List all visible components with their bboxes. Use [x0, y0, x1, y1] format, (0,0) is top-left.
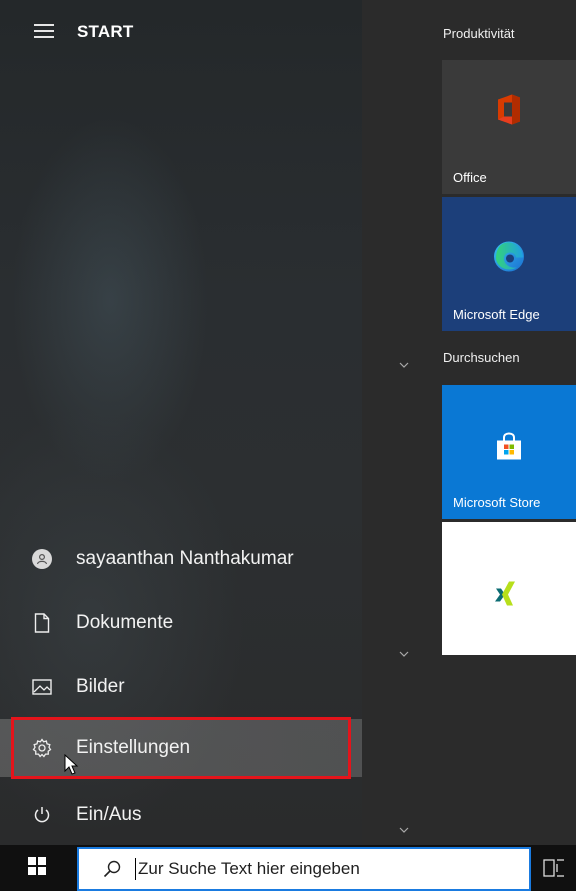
user-name: sayaanthan Nanthakumar [76, 548, 294, 569]
user-account-item[interactable]: sayaanthan Nanthakumar [0, 530, 362, 588]
task-view-icon[interactable] [542, 856, 566, 880]
group-label-productivity: Produktivität [443, 26, 515, 41]
tile-office-label: Office [453, 170, 487, 185]
office-logo-icon [494, 93, 524, 132]
power-icon [32, 805, 52, 825]
search-icon [103, 860, 121, 878]
text-caret [135, 858, 136, 880]
tile-office[interactable]: Office [442, 60, 576, 194]
user-avatar-icon [32, 549, 52, 569]
chevron-down-icon[interactable] [397, 646, 411, 657]
start-title: START [77, 22, 134, 41]
search-placeholder: Zur Suche Text hier eingeben [138, 859, 360, 878]
gear-icon [32, 738, 52, 758]
windows-logo-icon [27, 856, 47, 881]
tile-store[interactable]: Microsoft Store [442, 385, 576, 519]
taskbar: Zur Suche Text hier eingeben [0, 845, 576, 891]
pictures-label: Bilder [76, 676, 125, 697]
chevron-down-icon[interactable] [397, 822, 411, 833]
windows-start-button[interactable] [0, 845, 74, 891]
tile-xing[interactable] [442, 522, 576, 655]
power-label: Ein/Aus [76, 804, 142, 825]
chevron-down-icon[interactable] [397, 357, 411, 368]
xing-logo-icon [494, 579, 524, 614]
pictures-icon [32, 677, 52, 697]
hamburger-menu-icon[interactable] [34, 24, 54, 40]
tile-edge-label: Microsoft Edge [453, 307, 540, 322]
taskbar-search-input[interactable]: Zur Suche Text hier eingeben [77, 847, 531, 891]
tile-edge[interactable]: Microsoft Edge [442, 197, 576, 331]
documents-label: Dokumente [76, 612, 174, 633]
power-item[interactable]: Ein/Aus [0, 786, 362, 844]
store-bag-icon [494, 432, 524, 467]
edge-logo-icon [492, 240, 526, 279]
document-icon [32, 613, 52, 633]
settings-item[interactable]: Einstellungen [0, 719, 362, 777]
documents-item[interactable]: Dokumente [0, 594, 362, 652]
settings-label: Einstellungen [76, 737, 191, 758]
tile-store-label: Microsoft Store [453, 495, 541, 510]
group-label-browse: Durchsuchen [443, 350, 520, 365]
pictures-item[interactable]: Bilder [0, 658, 362, 716]
